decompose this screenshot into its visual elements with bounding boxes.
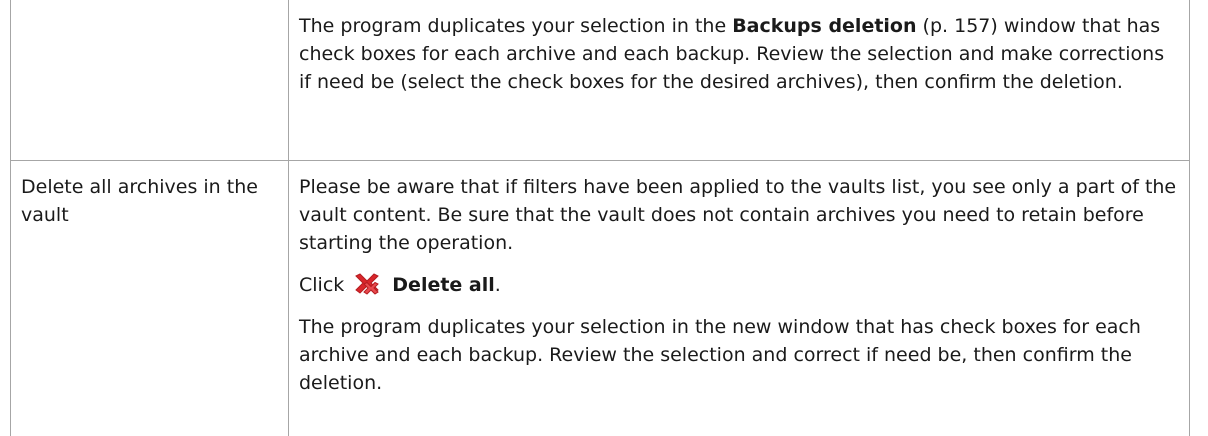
click-prefix-text: Click xyxy=(299,273,345,296)
table-row: Delete all archives in the vault Please … xyxy=(10,159,1190,436)
click-suffix-text: . xyxy=(494,273,501,296)
table-cell-description: The program duplicates your selection in… xyxy=(288,0,1190,161)
table-cell-left-empty xyxy=(10,0,289,161)
document-table: The program duplicates your selection in… xyxy=(10,0,1190,436)
paragraph-click-instruction: Click Delete all. xyxy=(299,271,1179,299)
paragraph-backups-deletion: The program duplicates your selection in… xyxy=(299,12,1179,96)
backups-deletion-link-text: Backups deletion xyxy=(732,15,917,37)
delete-all-icon xyxy=(352,272,382,298)
paragraph-filters-warning: Please be aware that if filters have bee… xyxy=(299,175,1177,254)
table-row: The program duplicates your selection in… xyxy=(10,0,1190,161)
delete-all-bold-text: Delete all xyxy=(392,273,495,296)
paragraph-new-window: The program duplicates your selection in… xyxy=(299,315,1141,394)
text-before-bold: The program duplicates your selection in… xyxy=(299,15,733,37)
table-cell-action-label: Delete all archives in the vault xyxy=(10,159,289,436)
table-cell-description: Please be aware that if filters have bee… xyxy=(288,159,1190,436)
